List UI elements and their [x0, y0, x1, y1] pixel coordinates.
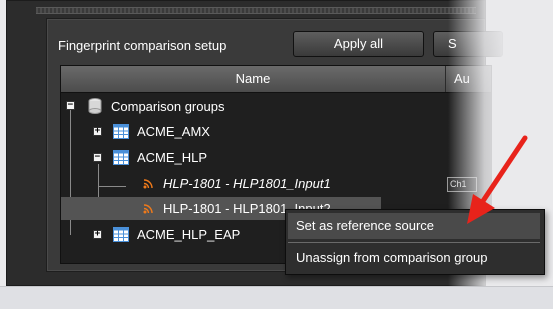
- tree-node-source-input1[interactable]: HLP-1801 - HLP1801_Input1: [163, 176, 331, 191]
- collapse-icon[interactable]: −: [93, 153, 102, 162]
- tree-node-acme-amx[interactable]: ACME_AMX: [137, 124, 210, 139]
- collapse-icon[interactable]: −: [66, 101, 75, 110]
- table-icon: [113, 124, 129, 139]
- tree-node-comparison-groups[interactable]: Comparison groups: [111, 99, 224, 114]
- database-icon: [88, 98, 102, 114]
- expand-icon[interactable]: +: [93, 230, 102, 239]
- table-icon: [113, 150, 129, 165]
- rss-icon: [143, 204, 153, 214]
- frame-title-bar: [36, 7, 476, 14]
- table-icon: [113, 227, 129, 242]
- apply-all-button[interactable]: Apply all: [293, 31, 424, 57]
- tree-node-acme-hlp[interactable]: ACME_HLP: [137, 150, 207, 165]
- setup-title: Fingerprint comparison setup: [58, 38, 227, 53]
- rss-icon: [143, 179, 153, 189]
- menu-item-unassign-from-group[interactable]: Unassign from comparison group: [288, 245, 540, 271]
- second-toolbar-button[interactable]: S: [433, 31, 503, 57]
- expand-icon[interactable]: +: [93, 127, 102, 136]
- bottom-strip: [0, 286, 553, 309]
- table-header: Name Au: [61, 66, 491, 93]
- tree-line: [98, 186, 126, 187]
- column-header-name[interactable]: Name: [61, 66, 446, 92]
- tree-node-acme-hlp-eap[interactable]: ACME_HLP_EAP: [137, 227, 240, 242]
- column-header-audio[interactable]: Au: [454, 66, 470, 92]
- annotation-arrow-icon: [467, 135, 528, 224]
- menu-separator: [288, 242, 540, 243]
